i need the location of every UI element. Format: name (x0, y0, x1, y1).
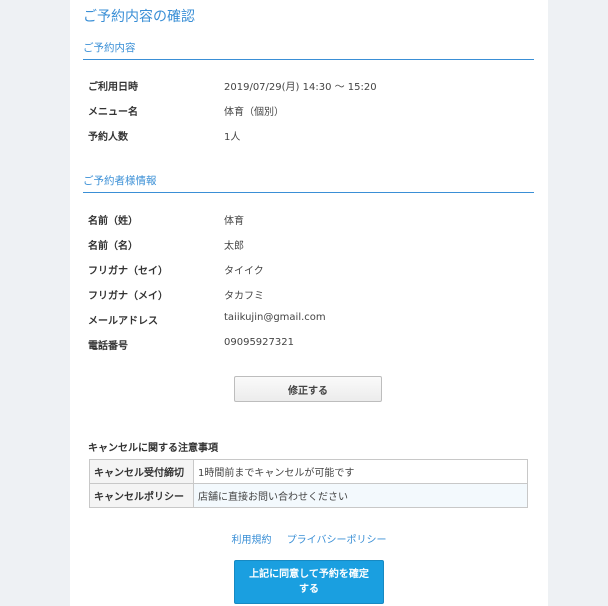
table-row: キャンセル受付締切 1時間前までキャンセルが可能です (89, 459, 528, 484)
count-label: 予約人数 (88, 132, 128, 143)
cancel-notes-title: キャンセルに関する注意事項 (88, 443, 218, 454)
reservation-section-header: ご予約内容 (83, 40, 534, 60)
confirm-reservation-button[interactable]: 上記に同意して予約を確定する (234, 560, 384, 604)
page-title: ご予約内容の確認 (83, 9, 195, 25)
phone-value: 09095927321 (224, 337, 294, 348)
email-label: メールアドレス (88, 316, 158, 327)
kana-last-value: タイイク (224, 266, 264, 277)
last-name-label: 名前（姓） (88, 216, 138, 227)
kana-first-value: タカフミ (224, 291, 264, 302)
edit-button[interactable]: 修正する (234, 376, 382, 402)
menu-label: メニュー名 (88, 107, 138, 118)
table-row: キャンセルポリシー 店舗に直接お問い合わせください (89, 483, 528, 508)
menu-value: 体育（個別） (224, 107, 284, 118)
cancel-policy-label: キャンセルポリシー (89, 483, 194, 508)
datetime-value: 2019/07/29(月) 14:30 〜 15:20 (224, 82, 377, 93)
first-name-value: 太郎 (224, 241, 244, 252)
cancel-deadline-value: 1時間前までキャンセルが可能です (193, 459, 528, 484)
last-name-value: 体育 (224, 216, 244, 227)
customer-section-header: ご予約者様情報 (83, 173, 534, 193)
first-name-label: 名前（名） (88, 241, 138, 252)
cancel-deadline-label: キャンセル受付締切 (89, 459, 194, 484)
email-value: taiikujin@gmail.com (224, 312, 326, 323)
datetime-label: ご利用日時 (88, 82, 138, 93)
cancel-policy-value: 店舗に直接お問い合わせください (193, 483, 528, 508)
privacy-policy-link[interactable]: プライバシーポリシー (287, 535, 387, 546)
kana-first-label: フリガナ（メイ） (88, 291, 168, 302)
kana-last-label: フリガナ（セイ） (88, 266, 168, 277)
count-value: 1人 (224, 132, 241, 143)
terms-link[interactable]: 利用規約 (232, 535, 272, 546)
cancel-policy-table: キャンセル受付締切 1時間前までキャンセルが可能です キャンセルポリシー 店舗に… (89, 459, 528, 508)
phone-label: 電話番号 (88, 341, 128, 352)
reservation-confirm-card: ご予約内容の確認 ご予約内容 ご利用日時 2019/07/29(月) 14:30… (70, 0, 548, 606)
footer-links: 利用規約 プライバシーポリシー (70, 531, 548, 546)
